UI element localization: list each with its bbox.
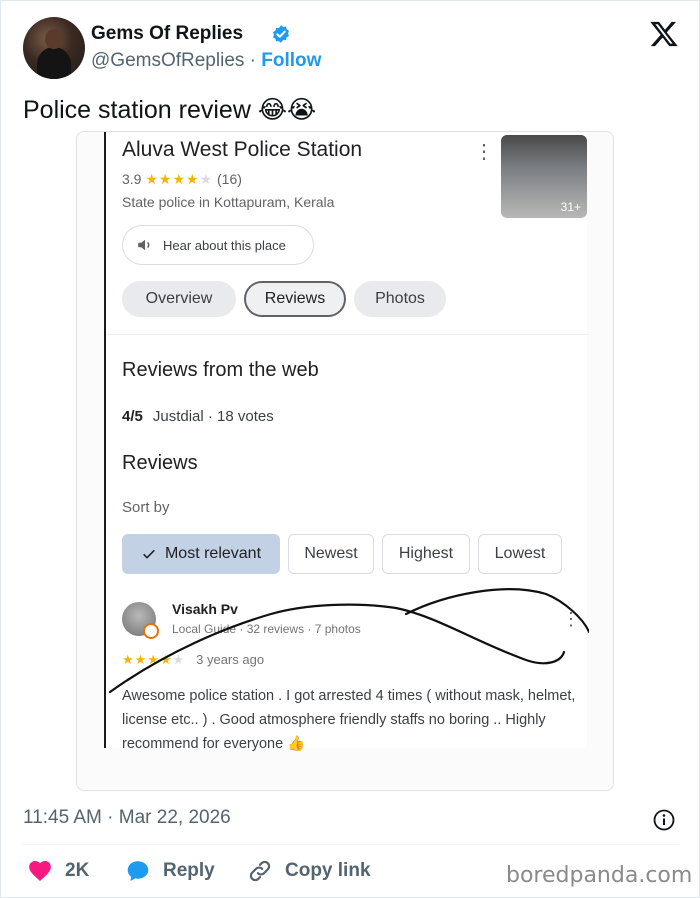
- tweet-card: Gems Of Replies @GemsOfReplies · Follow …: [0, 0, 700, 898]
- heart-icon: [29, 861, 51, 881]
- watermark: boredpanda.com: [506, 863, 693, 888]
- x-logo-icon[interactable]: [649, 19, 679, 49]
- author-handle-line: @GemsOfReplies · Follow: [91, 50, 321, 72]
- tweet-media-image[interactable]: Aluva West Police Station ⋮ 31+ 3.9 ★★★★…: [76, 131, 614, 791]
- handle-separator: ·: [244, 50, 262, 71]
- actions-divider: [23, 844, 679, 845]
- reply-bubble-icon: [127, 861, 149, 881]
- pen-scribble-mark: [108, 588, 589, 694]
- tweet-timestamp[interactable]: 11:45 AM · Mar 22, 2026: [23, 807, 231, 829]
- copy-link-button[interactable]: Copy link: [247, 858, 371, 884]
- verified-badge-icon: [273, 25, 289, 43]
- author-avatar[interactable]: [23, 17, 85, 79]
- like-button[interactable]: 2K: [27, 858, 89, 884]
- tweet-text: Police station review 😂😭: [23, 96, 317, 124]
- like-count: 2K: [65, 860, 90, 881]
- info-icon[interactable]: [652, 808, 676, 832]
- follow-button[interactable]: Follow: [261, 50, 321, 71]
- reply-label: Reply: [163, 860, 215, 881]
- author-name[interactable]: Gems Of Replies: [91, 23, 243, 45]
- reply-button[interactable]: Reply: [125, 858, 215, 884]
- link-icon: [249, 860, 271, 882]
- copy-link-label: Copy link: [285, 860, 371, 881]
- maps-screenshot: Aluva West Police Station ⋮ 31+ 3.9 ★★★★…: [104, 132, 589, 752]
- author-handle[interactable]: @GemsOfReplies: [91, 50, 244, 71]
